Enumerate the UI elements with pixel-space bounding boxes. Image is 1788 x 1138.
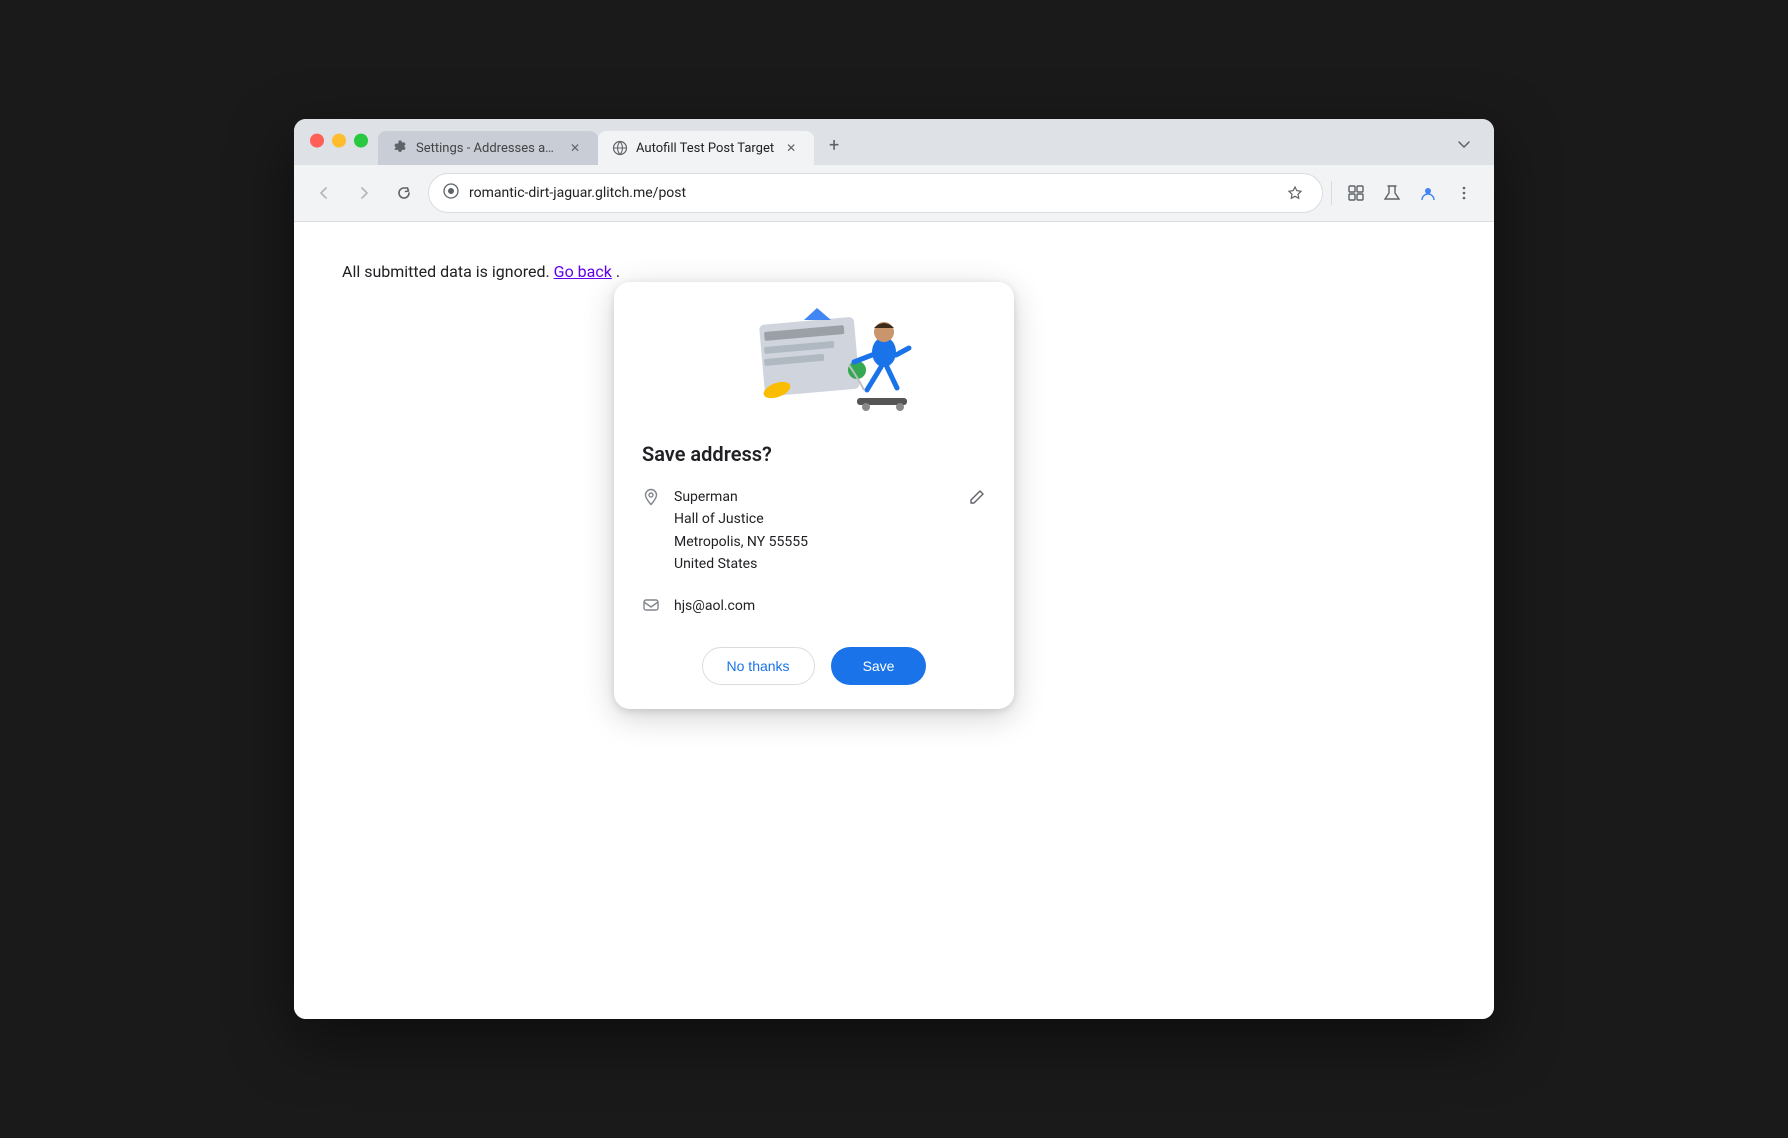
extensions-button[interactable] (1340, 177, 1372, 209)
email-icon (642, 596, 660, 619)
tab-list: Settings - Addresses and mo ✕ Autofill T… (378, 129, 850, 165)
globe-icon (612, 140, 628, 156)
address-country: United States (674, 553, 954, 575)
navigation-bar: romantic-dirt-jaguar.glitch.me/post (294, 165, 1494, 222)
address-bar-actions (1282, 180, 1308, 206)
go-back-link[interactable]: Go back (554, 262, 612, 281)
page-content: All submitted data is ignored. Go back .… (294, 222, 1494, 1019)
popup-title: Save address? (614, 442, 1014, 466)
save-address-popup: × (614, 282, 1014, 709)
profile-button[interactable] (1412, 177, 1444, 209)
address-section: Superman Hall of Justice Metropolis, NY … (614, 486, 1014, 576)
address-name: Superman (674, 486, 954, 508)
no-thanks-button[interactable]: No thanks (702, 647, 815, 685)
page-main-text: All submitted data is ignored. Go back . (342, 262, 1446, 281)
tab-settings[interactable]: Settings - Addresses and mo ✕ (378, 131, 598, 165)
tab-settings-close[interactable]: ✕ (566, 139, 584, 157)
address-bar[interactable]: romantic-dirt-jaguar.glitch.me/post (428, 173, 1323, 213)
reload-button[interactable] (388, 177, 420, 209)
email-address: hjs@aol.com (674, 598, 755, 614)
title-bar: Settings - Addresses and mo ✕ Autofill T… (294, 119, 1494, 165)
tab-autofill[interactable]: Autofill Test Post Target ✕ (598, 131, 814, 165)
url-text: romantic-dirt-jaguar.glitch.me/post (469, 185, 1272, 201)
save-button[interactable]: Save (831, 647, 927, 685)
tab-autofill-close[interactable]: ✕ (782, 139, 800, 157)
forward-button[interactable] (348, 177, 380, 209)
back-button[interactable] (308, 177, 340, 209)
edit-address-button[interactable] (968, 488, 986, 511)
tab-dropdown-button[interactable] (1448, 129, 1480, 161)
menu-button[interactable] (1448, 177, 1480, 209)
location-pin-icon (443, 183, 459, 203)
address-line1: Hall of Justice (674, 508, 954, 530)
nav-action-buttons (1340, 177, 1480, 209)
tab-settings-title: Settings - Addresses and mo (416, 141, 558, 156)
maximize-window-button[interactable] (354, 134, 368, 148)
email-section: hjs@aol.com (614, 594, 1014, 619)
labs-button[interactable] (1376, 177, 1408, 209)
popup-buttons: No thanks Save (614, 647, 1014, 685)
illustration-svg (709, 290, 919, 435)
new-tab-button[interactable]: + (818, 129, 850, 161)
browser-window: Settings - Addresses and mo ✕ Autofill T… (294, 119, 1494, 1019)
star-button[interactable] (1282, 180, 1308, 206)
minimize-window-button[interactable] (332, 134, 346, 148)
tab-autofill-title: Autofill Test Post Target (636, 141, 774, 156)
address-line2: Metropolis, NY 55555 (674, 531, 954, 553)
address-details: Superman Hall of Justice Metropolis, NY … (674, 486, 954, 576)
location-icon (642, 488, 660, 511)
close-window-button[interactable] (310, 134, 324, 148)
nav-divider (1331, 181, 1332, 205)
settings-icon (392, 140, 408, 156)
popup-illustration (614, 282, 1014, 442)
traffic-lights (310, 134, 368, 148)
